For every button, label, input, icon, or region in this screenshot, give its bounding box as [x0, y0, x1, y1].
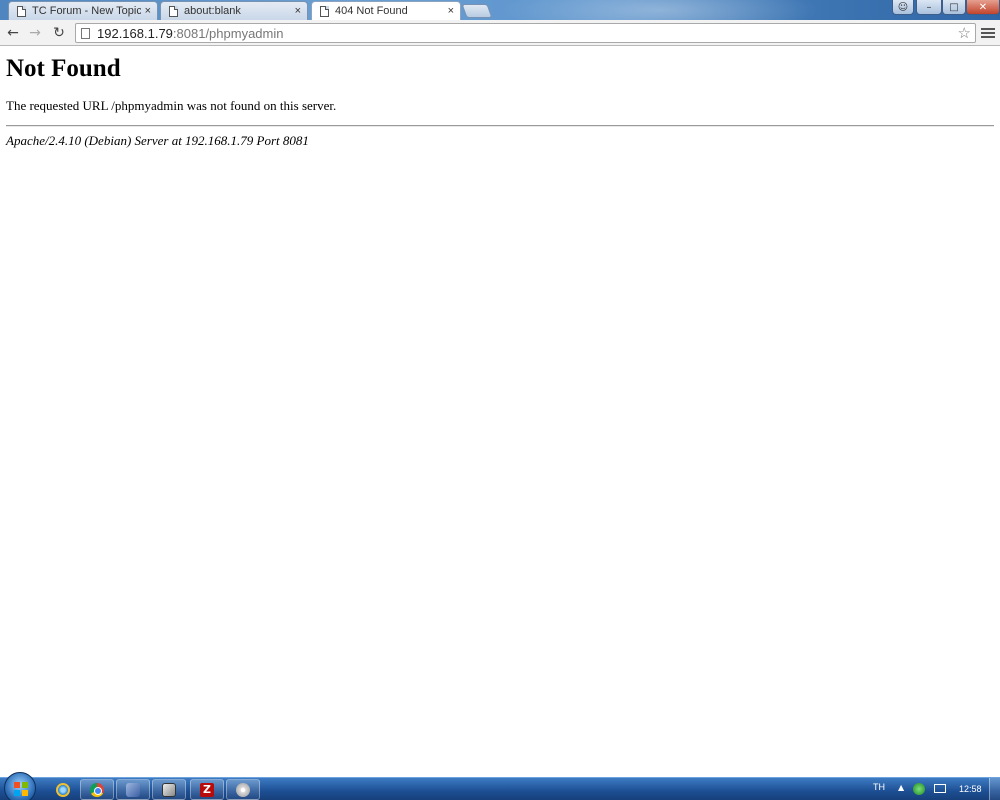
address-bar[interactable]: 192.168.1.79:8081/phpmyadmin ☆: [75, 23, 976, 43]
putty-icon: [162, 782, 176, 797]
person-icon: ☺: [897, 1, 909, 13]
reload-button[interactable]: ↻: [50, 24, 68, 42]
display-icon[interactable]: [934, 784, 946, 793]
taskbar: Z TH ▲ 12:58: [0, 772, 1000, 800]
server-signature: Apache/2.4.10 (Debian) Server at 192.168…: [6, 133, 309, 148]
ie-icon: [56, 782, 70, 797]
browser-toolbar: ← → ↻ 192.168.1.79:8081/phpmyadmin ☆: [0, 20, 1000, 46]
arrow-left-icon: ←: [7, 25, 19, 41]
tab-404-not-found[interactable]: 404 Not Found ×: [311, 1, 461, 20]
hamburger-icon-bar: [981, 28, 995, 30]
close-icon[interactable]: ×: [145, 5, 151, 17]
tab-label: TC Forum - New Topic :: el: [32, 5, 141, 17]
tab-about-blank[interactable]: about:blank ×: [160, 1, 308, 20]
page-icon: [17, 5, 26, 17]
show-desktop-button[interactable]: [989, 778, 1000, 800]
page-icon: [169, 5, 178, 17]
page-icon: [320, 5, 329, 17]
tray-expand-icon[interactable]: ▲: [898, 783, 904, 792]
url-host: 192.168.1.79: [97, 25, 173, 41]
taskbar-putty[interactable]: [152, 779, 186, 800]
new-tab-button[interactable]: [461, 4, 493, 18]
close-icon[interactable]: ×: [448, 5, 454, 17]
error-message: The requested URL /phpmyadmin was not fo…: [6, 98, 337, 113]
menu-button[interactable]: [981, 25, 995, 41]
hamburger-icon-bar: [981, 36, 995, 38]
virtualbox-icon: [126, 782, 140, 797]
tab-label: about:blank: [184, 5, 241, 17]
windows-logo-icon: [14, 782, 28, 796]
page-content: Not Found The requested URL /phpmyadmin …: [0, 47, 1000, 777]
clock[interactable]: 12:58: [959, 784, 982, 794]
chrome-icon: [90, 782, 104, 797]
forward-button[interactable]: →: [26, 24, 44, 42]
page-icon: [81, 27, 90, 39]
minimize-icon: –: [926, 1, 932, 13]
profile-button[interactable]: ☺: [892, 0, 914, 15]
divider: [6, 125, 994, 127]
tab-label: 404 Not Found: [335, 5, 408, 17]
minimize-button[interactable]: –: [916, 0, 942, 15]
tab-strip: TC Forum - New Topic :: el × about:blank…: [0, 0, 1000, 20]
close-icon: ✕: [978, 1, 988, 13]
titlebar-glow: [500, 0, 820, 20]
taskbar-ie[interactable]: [46, 779, 80, 800]
filezilla-icon: Z: [200, 782, 214, 797]
page-title: Not Found: [6, 55, 121, 82]
language-indicator[interactable]: TH: [873, 782, 885, 792]
start-button[interactable]: [4, 772, 36, 800]
taskbar-disc[interactable]: [226, 779, 260, 800]
disc-icon: [236, 782, 250, 797]
bookmark-star-icon[interactable]: ☆: [958, 24, 971, 42]
hamburger-icon-bar: [981, 32, 995, 34]
close-window-button[interactable]: ✕: [966, 0, 1000, 15]
url-path: :8081/phpmyadmin: [172, 25, 284, 41]
maximize-icon: □: [949, 1, 959, 13]
taskbar-virtualbox[interactable]: [116, 779, 150, 800]
taskbar-chrome[interactable]: [80, 779, 114, 800]
arrow-right-icon: →: [29, 25, 41, 41]
maximize-button[interactable]: □: [942, 0, 966, 15]
close-icon[interactable]: ×: [295, 5, 301, 17]
tab-tc-forum[interactable]: TC Forum - New Topic :: el ×: [8, 1, 158, 20]
network-icon[interactable]: [913, 783, 925, 795]
taskbar-filezilla[interactable]: Z: [190, 779, 224, 800]
reload-icon: ↻: [53, 25, 65, 41]
back-button[interactable]: ←: [4, 24, 22, 42]
